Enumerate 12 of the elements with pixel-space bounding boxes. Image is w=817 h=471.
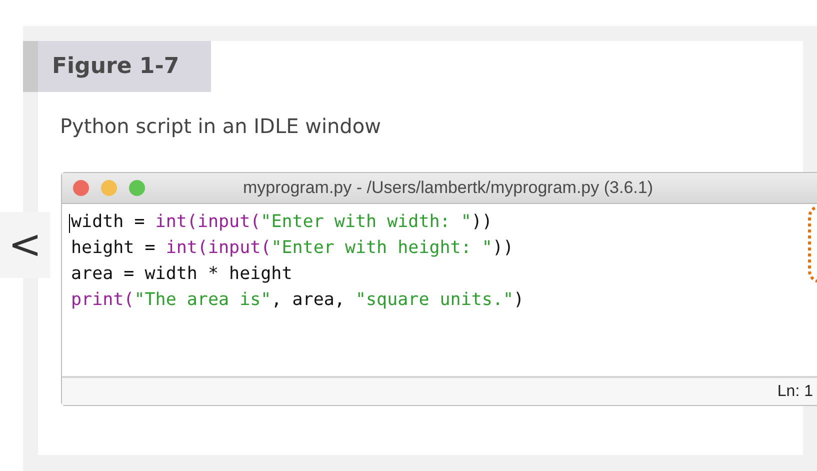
code-line: print("The area is", area, "square units."): [71, 289, 524, 312]
traffic-lights-icon[interactable]: [72, 179, 146, 197]
figure-label: Figure 1-7: [52, 54, 180, 79]
previous-button[interactable]: <: [0, 212, 50, 278]
line-number-indicator: Ln: 1: [777, 382, 813, 400]
figure-caption: Python script in an IDLE window: [60, 114, 382, 138]
code-line: width = int(input("Enter with width: ")): [71, 211, 492, 234]
code-line: area = width * height: [71, 263, 292, 286]
window-title: myprogram.py - /Users/lambertk/myprogram.py (3.6.1): [243, 178, 653, 198]
code-line: height = int(input("Enter with height: ")): [71, 237, 514, 260]
code-editor[interactable]: width = int(input("Enter with width: ")) height = int(input("Enter with height: ")) area = width * height print("The area is", area, "square units."): [62, 204, 817, 376]
text-cursor-icon: [69, 214, 70, 233]
